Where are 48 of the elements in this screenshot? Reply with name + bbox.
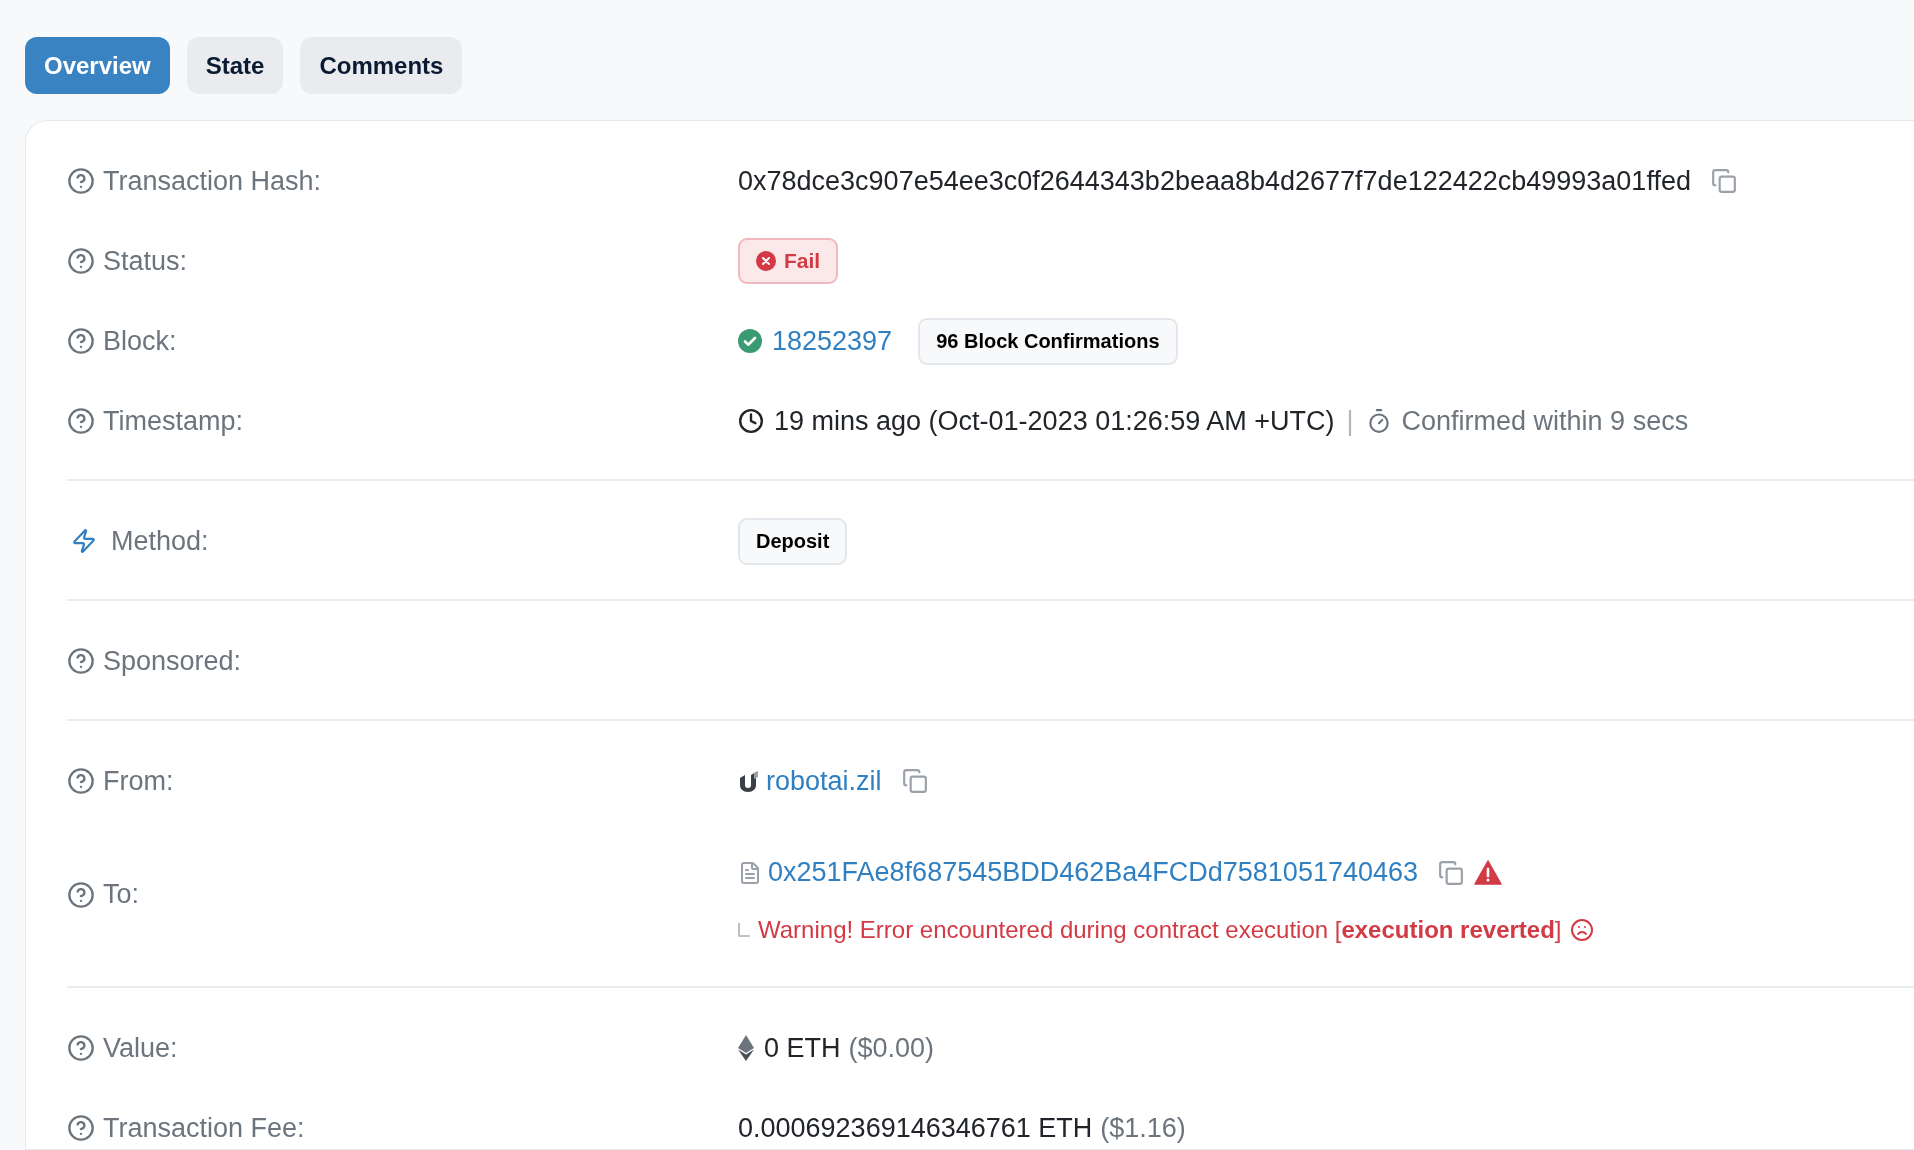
copy-button[interactable] [1438,859,1465,886]
tab[interactable]: Overview [25,37,170,94]
help-icon[interactable] [67,880,95,909]
field-label: Transaction Hash: [103,165,322,197]
help-icon[interactable] [67,247,95,275]
timestamp-value: 19 mins ago (Oct-01-2023 01:26:59 AM +UTC) [774,405,1335,437]
amount-value: 0.000692369146346761 ETH [738,1112,1093,1144]
help-icon[interactable] [67,1114,95,1142]
help-icon[interactable] [67,767,95,795]
field-label: Sponsored: [103,645,242,677]
fiat-value: ($0.00) [848,1032,935,1064]
field-label: Block: [103,325,177,357]
amount-value: 0 ETH [764,1032,841,1064]
field-label: Status: [103,245,188,277]
status-badge: Fail [738,238,839,284]
confirmation-time: Confirmed within 9 secs [1401,405,1689,437]
help-icon[interactable] [67,327,95,355]
field-label: Timestamp: [103,405,244,437]
fiat-value: ($1.16) [1100,1112,1186,1144]
copy-button[interactable] [901,768,928,794]
field-label: To: [103,879,140,910]
transaction-hash: 0x78dce3c907e54ee3c0f2644343b2beaa8b4d2677f7de122422cb49993a01ffed [738,165,1691,197]
document-icon [738,860,762,885]
method-badge: Deposit [738,517,848,565]
separator: | [1346,405,1354,437]
clock-icon [738,408,764,434]
help-icon[interactable] [67,647,95,675]
x-circle-icon [756,251,776,271]
lightning-icon [71,528,97,554]
field-label: From: [103,765,174,797]
field-label: Method: [111,525,209,557]
corner-icon [738,923,750,937]
warning-message: Warning! Error encountered during contract execution [execution reverted] [758,916,1562,944]
sad-face-icon [1569,918,1594,942]
confirmations-badge: 96 Block Confirmations [918,317,1178,365]
address-link[interactable]: robotai.zil [766,765,882,797]
copy-button[interactable] [1710,168,1737,194]
block-number-link[interactable]: 18252397 [772,325,893,357]
help-icon[interactable] [67,167,95,195]
check-circle-icon [738,329,762,353]
address-link[interactable]: 0x251FAe8f687545BDD462Ba4FCDd7581051740463 [768,857,1419,888]
tab[interactable]: Comments [300,37,463,94]
field-label: Value: [103,1032,178,1064]
name-service-icon [738,769,760,793]
help-icon[interactable] [67,407,95,435]
field-label: Transaction Fee: [103,1112,305,1144]
help-icon[interactable] [67,1034,95,1062]
tab[interactable]: State [186,37,284,94]
